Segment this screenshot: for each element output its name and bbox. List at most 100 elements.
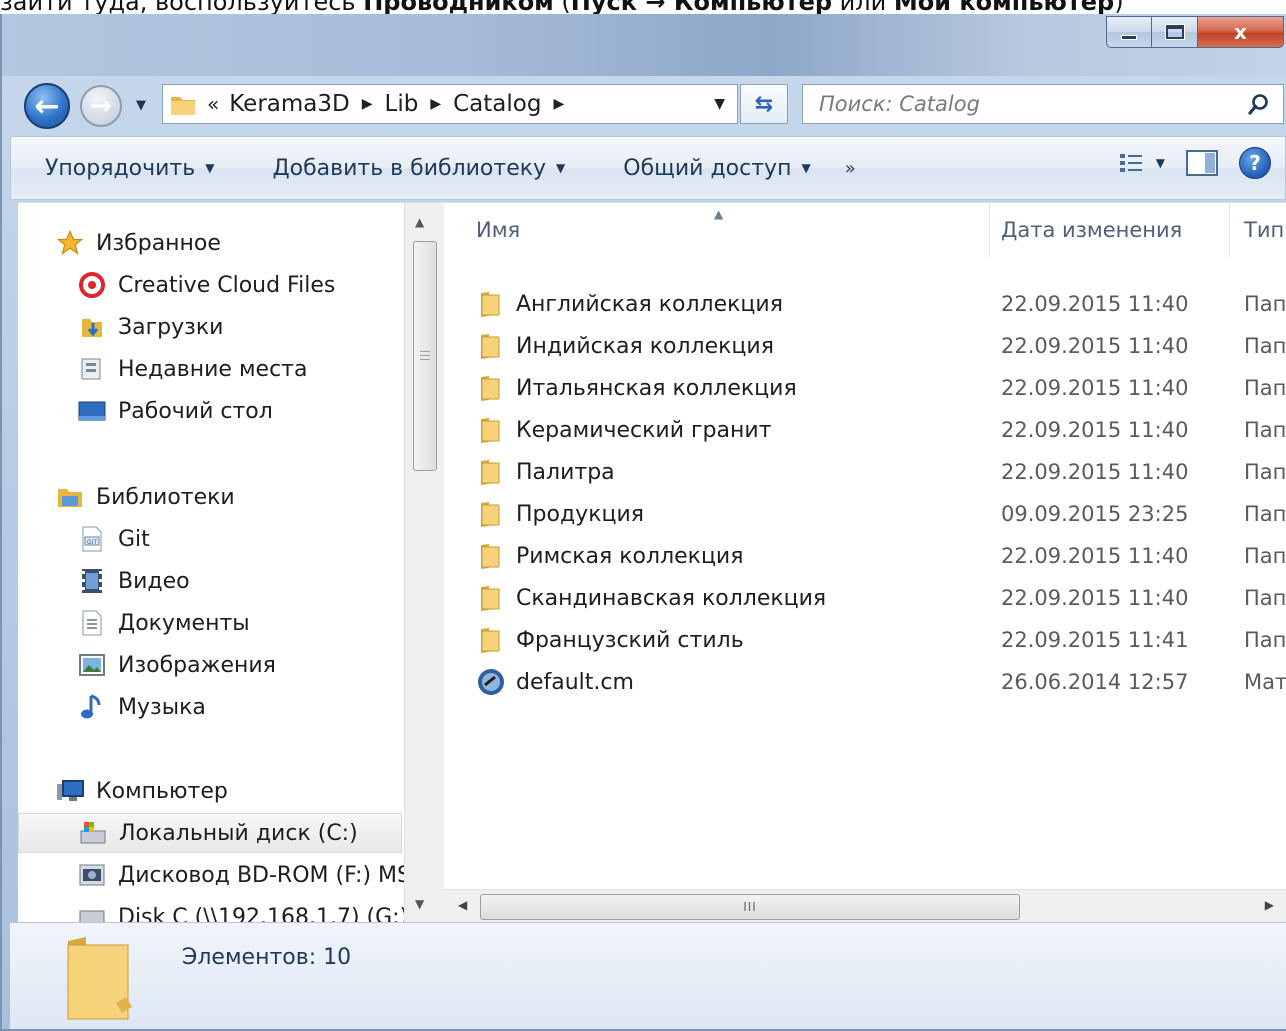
nav-item-label: Git [118,526,150,552]
scroll-up-icon[interactable]: ▲ [415,215,424,229]
breadcrumb-separator-icon[interactable]: ▶ [553,96,564,112]
file-name-cell: Скандинавская коллекция [476,583,826,613]
search-icon[interactable] [1247,92,1271,116]
nav-item-pictures[interactable]: Изображения [76,645,276,685]
nav-item-downloads[interactable]: Загрузки [76,307,223,347]
search-input[interactable] [803,92,1223,116]
folder-icon [476,289,506,319]
folder-icon [171,97,195,115]
forward-button[interactable]: → [80,85,122,127]
documents-library-icon [76,609,108,637]
nav-pane-scrollbar[interactable]: ▲ ― ― ― ▼ [404,203,444,923]
share-label: Общий доступ [623,155,792,181]
nav-item-desktop[interactable]: Рабочий стол [76,391,273,431]
nav-group-favorites[interactable]: Избранное [54,223,221,263]
help-icon[interactable]: ? [1239,147,1271,179]
file-name: Продукция [516,501,644,527]
scroll-thumb[interactable]: ― ― ― [413,241,437,471]
preview-pane-icon[interactable] [1185,149,1219,177]
nav-item-recent-places[interactable]: Недавние места [76,349,307,389]
maximize-icon [1164,24,1185,40]
file-row[interactable]: default.cm 26.06.2014 12:57 Мат [444,661,1286,703]
close-button[interactable]: x [1198,16,1284,48]
file-row[interactable]: Палитра 22.09.2015 11:40 Пап [444,451,1286,493]
nav-item-local-disk-c[interactable]: Локальный диск (C:) [18,813,402,853]
organize-menu[interactable]: Упорядочить ▼ [11,137,242,199]
file-row[interactable]: Английская коллекция 22.09.2015 11:40 Пап [444,283,1286,325]
column-header-label: Дата изменения [1001,218,1183,242]
back-button[interactable]: ← [24,83,70,129]
grip-icon: III [743,900,757,914]
breadcrumb-separator-icon[interactable]: ▶ [362,96,373,112]
file-row[interactable]: Французский стиль 22.09.2015 11:41 Пап [444,619,1286,661]
title-bar[interactable]: x [2,14,1286,76]
refresh-button[interactable]: ⇆ [740,84,788,124]
file-name-cell: Французский стиль [476,625,744,655]
file-name: Индийская коллекция [516,333,774,359]
file-list-horizontal-scrollbar[interactable]: ◀ III ▶ [444,889,1286,923]
scroll-left-icon[interactable]: ◀ [458,898,467,912]
file-name-cell: Римская коллекция [476,541,743,571]
scroll-down-icon[interactable]: ▼ [415,897,424,911]
folder-icon [476,457,506,487]
breadcrumb-item[interactable]: Kerama3D [229,91,349,117]
folder-icon [476,331,506,361]
share-menu[interactable]: Общий доступ ▼ [593,137,838,199]
file-row[interactable]: Керамический гранит 22.09.2015 11:40 Пап [444,409,1286,451]
file-name-cell: Индийская коллекция [476,331,774,361]
nav-item-network-drive-g[interactable]: Disk C (\\192.168.1.7) (G:) [76,897,404,923]
scroll-thumb[interactable]: III [480,894,1020,920]
network-drive-icon [76,903,108,923]
address-bar[interactable]: « Kerama3D ▶ Lib ▶ Catalog ▶ ▼ [162,84,738,124]
nav-item-documents[interactable]: Документы [76,603,250,643]
nav-item-label: Рабочий стол [118,398,273,424]
file-row[interactable]: Римская коллекция 22.09.2015 11:40 Пап [444,535,1286,577]
change-view-button[interactable]: ▼ [1118,152,1165,174]
add-to-library-menu[interactable]: Добавить в библиотеку ▼ [242,137,593,199]
column-header-type[interactable]: Тип [1230,203,1286,257]
breadcrumb-overflow[interactable]: « [207,92,219,116]
downloads-folder-icon [76,313,108,341]
maximize-button[interactable] [1152,16,1198,48]
more-commands-button[interactable]: » [845,158,856,179]
nav-item-video[interactable]: Видео [76,561,190,601]
nav-item-git[interactable]: GIT Git [76,519,150,559]
nav-item-bd-rom-f[interactable]: Дисковод BD-ROM (F:) MS [76,855,404,895]
optical-drive-icon [76,861,108,889]
file-type: Пап [1244,628,1286,652]
back-arrow-icon: ← [34,88,60,124]
recent-pages-dropdown[interactable]: ▼ [136,98,146,113]
nav-group-computer[interactable]: Компьютер [54,771,228,811]
file-date: 09.09.2015 23:25 [1001,502,1189,526]
breadcrumb-item[interactable]: Catalog [453,91,541,117]
nav-item-creative-cloud[interactable]: Creative Cloud Files [76,265,335,305]
details-view-icon [1119,154,1142,172]
breadcrumb-separator-icon[interactable]: ▶ [430,96,441,112]
file-row[interactable]: Итальянская коллекция 22.09.2015 11:40 Пап [444,367,1286,409]
chevron-down-icon: ▼ [801,161,811,175]
grip-icon: ― ― ― [420,346,430,365]
file-name: Римская коллекция [516,543,744,569]
nav-item-label: Музыка [118,694,206,720]
nav-group-libraries[interactable]: Библиотеки [54,477,235,517]
folder-icon [476,373,506,403]
file-row[interactable]: Скандинавская коллекция 22.09.2015 11:40 П… [444,577,1286,619]
file-type: Пап [1244,544,1286,568]
file-date: 22.09.2015 11:40 [1001,292,1189,316]
file-name-cell: Палитра [476,457,615,487]
navigation-row: ← → ▼ « Kerama3D ▶ Lib ▶ Catalog ▶ ▼ ⇆ [2,76,1286,132]
content-area: Избранное Creative Cloud Files Загрузки … [18,202,1286,923]
scroll-right-icon[interactable]: ▶ [1265,898,1274,912]
address-dropdown-icon[interactable]: ▼ [714,96,725,112]
file-row[interactable]: Индийская коллекция 22.09.2015 11:40 Пап [444,325,1286,367]
column-header-date[interactable]: Дата изменения [990,203,1230,257]
nav-item-label: Дисковод BD-ROM (F:) MS [118,862,404,888]
sort-ascending-icon: ▲ [714,207,724,221]
file-row[interactable]: Продукция 09.09.2015 23:25 Пап [444,493,1286,535]
nav-item-label: Изображения [118,652,276,678]
nav-item-music[interactable]: Музыка [76,687,206,727]
minimize-button[interactable] [1106,16,1152,48]
nav-item-label: Локальный диск (C:) [119,820,358,846]
breadcrumb-item[interactable]: Lib [385,91,419,117]
nav-item-label: Недавние места [118,356,308,382]
